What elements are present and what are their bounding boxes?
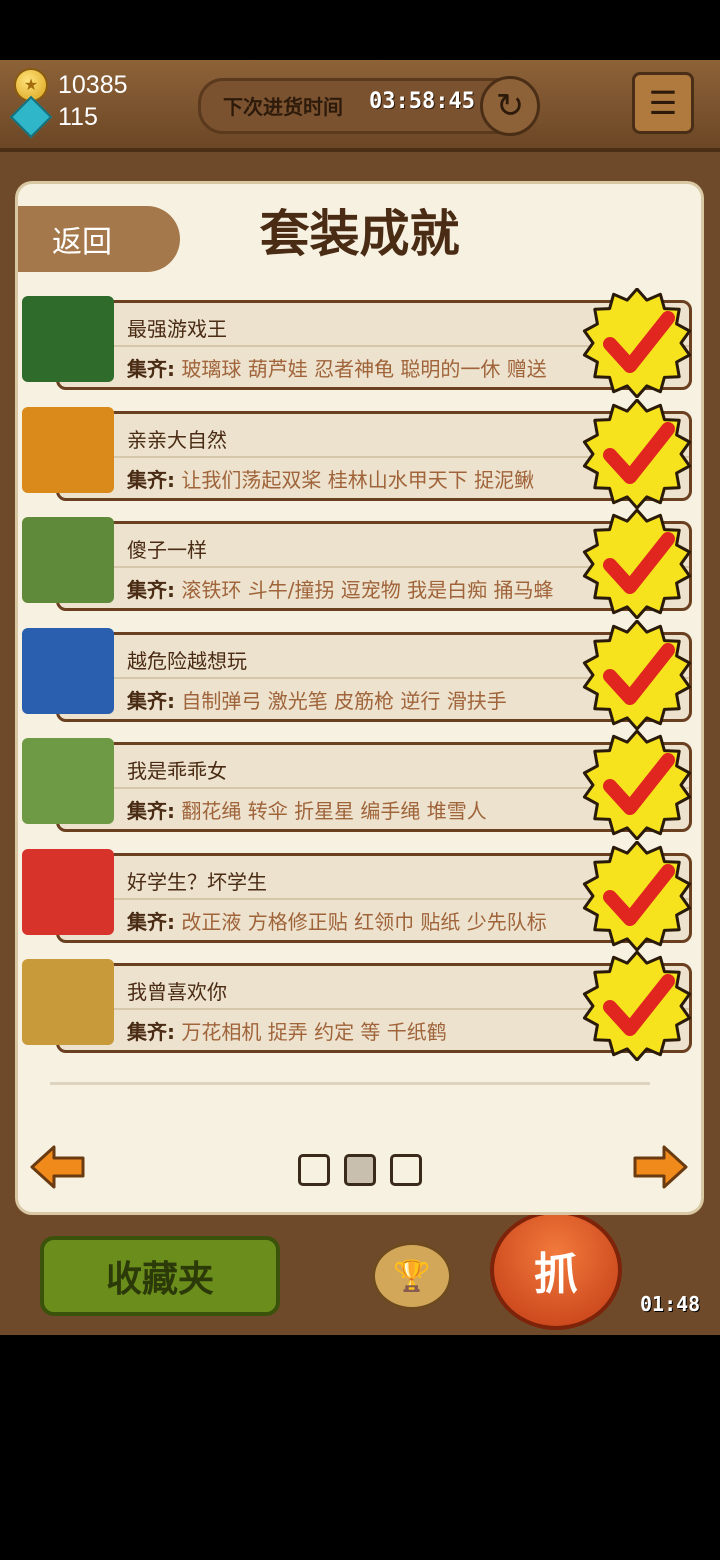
set-achievements-panel: 套装成就 返回 最强游戏王 集齐: 玻璃球 葫芦娃 忍者神龟 聪明的一休 赠送 亲亲… bbox=[18, 184, 701, 1212]
bottom-bar: 收藏夹 🏆 抓 01:48 bbox=[0, 1200, 720, 1335]
page-indicator[interactable] bbox=[298, 1154, 330, 1186]
set-items: 翻花绳 转伞 折星星 编手绳 堆雪人 bbox=[181, 799, 487, 823]
set-thumbnail-image bbox=[22, 848, 114, 935]
set-requirements: 集齐: 玻璃球 葫芦娃 忍者神龟 聪明的一休 赠送 bbox=[127, 353, 547, 382]
set-requirements: 集齐: 改正液 方格修正贴 红领巾 贴纸 少先队标 bbox=[127, 906, 547, 935]
restock-label: 下次进货时间 bbox=[223, 95, 343, 119]
set-name: 亲亲大自然 bbox=[127, 427, 227, 452]
set-name: 好学生？坏学生 bbox=[127, 869, 267, 894]
collect-label: 集齐: bbox=[127, 357, 175, 381]
collect-label: 集齐: bbox=[127, 467, 175, 492]
favorites-button[interactable]: 收藏夹 bbox=[40, 1236, 280, 1316]
set-thumbnail-image bbox=[22, 959, 114, 1045]
trophy-button[interactable]: 🏆 bbox=[372, 1242, 452, 1310]
bottom-timer: 01:48 bbox=[640, 1292, 701, 1316]
collect-label: 集齐: bbox=[127, 799, 175, 823]
coin-value: 10385 bbox=[58, 70, 128, 99]
set-items: 滚铁环 斗牛/撞拐 逗宠物 我是白痴 捅马蜂 bbox=[181, 578, 554, 602]
completed-check-icon bbox=[582, 398, 692, 509]
set-name: 越危险越想玩 bbox=[127, 648, 247, 673]
completed-check-icon bbox=[582, 730, 692, 840]
menu-icon[interactable]: ☰ bbox=[632, 72, 694, 134]
trophy-icon: 🏆 bbox=[393, 1258, 431, 1294]
set-name: 傻子一样 bbox=[127, 538, 207, 562]
set-requirements: 集齐: 滚铁环 斗牛/撞拐 逗宠物 我是白痴 捅马蜂 bbox=[127, 574, 554, 603]
set-thumbnail-image bbox=[22, 738, 114, 824]
completed-check-icon bbox=[582, 509, 692, 619]
completed-check-icon bbox=[582, 288, 692, 398]
set-items: 玻璃球 葫芦娃 忍者神龟 聪明的一休 赠送 bbox=[181, 357, 547, 381]
refresh-icon[interactable]: ↻ bbox=[480, 76, 540, 136]
collect-label: 集齐: bbox=[127, 578, 175, 602]
set-requirements: 集齐: 自制弹弓 激光笔 皮筋枪 逆行 滑扶手 bbox=[127, 685, 507, 714]
next-page-arrow-icon[interactable] bbox=[632, 1144, 688, 1190]
prev-page-arrow-icon[interactable] bbox=[30, 1144, 86, 1190]
set-thumbnail-image bbox=[22, 627, 114, 714]
page-indicator-active[interactable] bbox=[344, 1154, 376, 1186]
page-indicator[interactable] bbox=[390, 1154, 422, 1186]
set-requirements: 集齐: 翻花绳 转伞 折星星 编手绳 堆雪人 bbox=[127, 795, 487, 824]
completed-check-icon bbox=[582, 951, 692, 1061]
pagination bbox=[298, 1154, 422, 1186]
gem-icon bbox=[9, 95, 53, 139]
set-thumbnail-image bbox=[22, 406, 114, 493]
set-name: 最强游戏王 bbox=[127, 317, 227, 341]
set-thumbnail-image bbox=[22, 296, 114, 382]
collect-label: 集齐: bbox=[127, 688, 175, 713]
set-requirements: 集齐: 让我们荡起双桨 桂林山水甲天下 捉泥鳅 bbox=[127, 464, 534, 493]
set-items: 改正液 方格修正贴 红领巾 贴纸 少先队标 bbox=[181, 909, 547, 934]
completed-check-icon bbox=[582, 619, 692, 730]
restock-time: 03:58:45 bbox=[369, 89, 475, 114]
divider bbox=[50, 1082, 650, 1085]
set-thumbnail-image bbox=[22, 517, 114, 603]
set-name: 我曾喜欢你 bbox=[127, 980, 227, 1004]
completed-check-icon bbox=[582, 840, 692, 951]
gem-counter: 115 bbox=[9, 95, 98, 139]
back-button[interactable]: 返回 bbox=[18, 206, 180, 272]
collect-label: 集齐: bbox=[127, 909, 175, 934]
set-name: 我是乖乖女 bbox=[127, 759, 227, 783]
top-bar: ★ 10385 115 下次进货时间 03:58:45 ↻ ☰ bbox=[0, 60, 720, 152]
set-items: 万花相机 捉弄 约定 等 千纸鹤 bbox=[181, 1020, 447, 1044]
collect-label: 集齐: bbox=[127, 1020, 175, 1044]
set-items: 自制弹弓 激光笔 皮筋枪 逆行 滑扶手 bbox=[181, 688, 507, 713]
gem-value: 115 bbox=[58, 102, 98, 131]
set-items: 让我们荡起双桨 桂林山水甲天下 捉泥鳅 bbox=[181, 467, 535, 492]
set-requirements: 集齐: 万花相机 捉弄 约定 等 千纸鹤 bbox=[127, 1016, 447, 1045]
grab-button[interactable]: 抓 bbox=[490, 1210, 622, 1330]
